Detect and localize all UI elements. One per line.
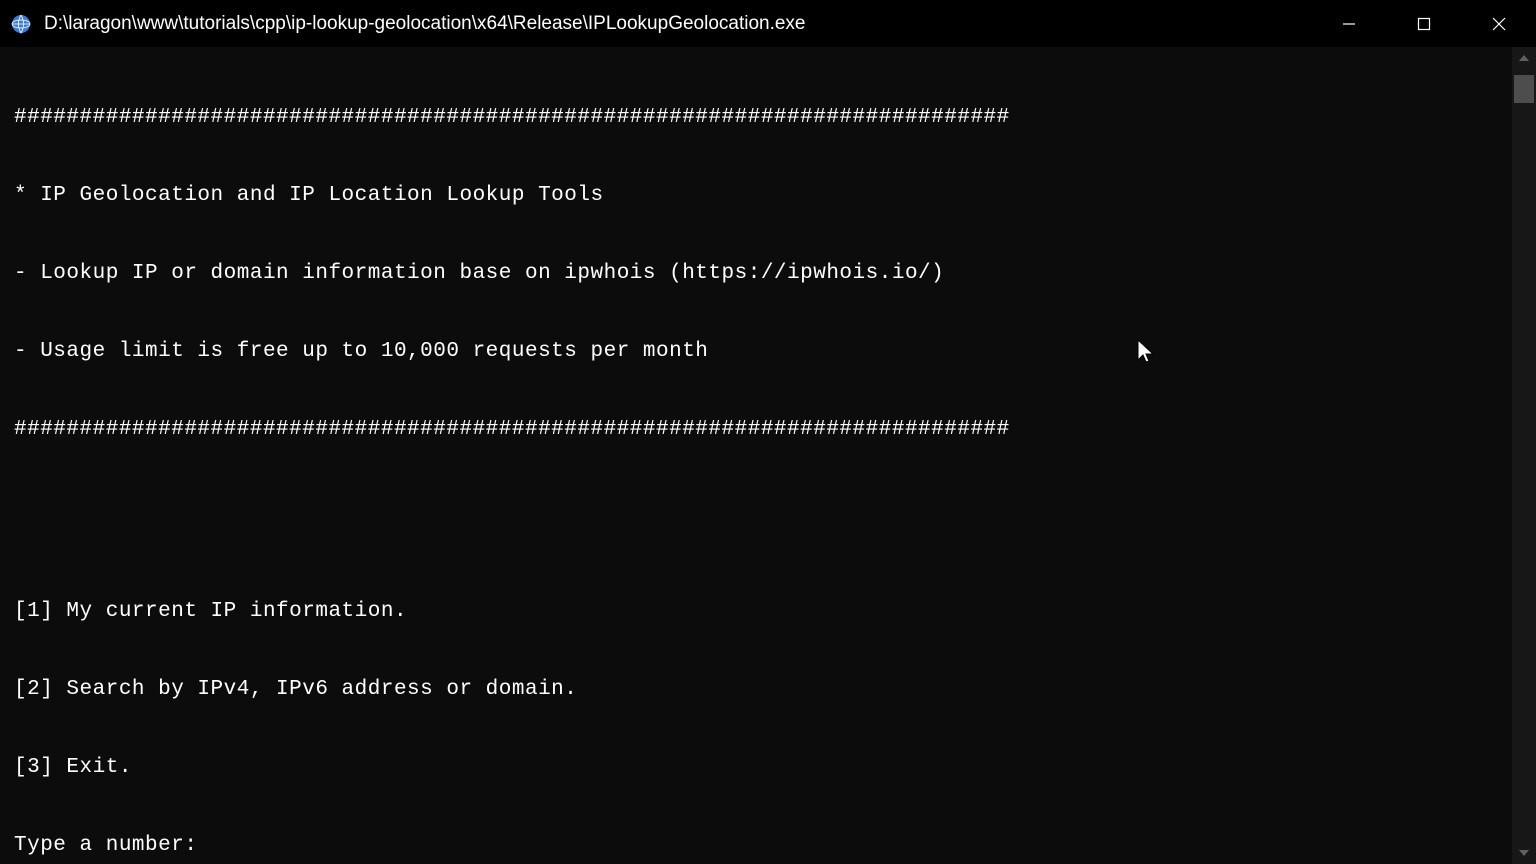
app-icon bbox=[10, 13, 32, 35]
window-controls bbox=[1311, 0, 1536, 47]
scroll-down-button[interactable] bbox=[1512, 842, 1536, 864]
console-line: - Lookup IP or domain information base o… bbox=[14, 261, 1498, 287]
console-line: [3] Exit. bbox=[14, 755, 1498, 781]
scroll-thumb[interactable] bbox=[1514, 75, 1534, 103]
console-prompt: Type a number: bbox=[14, 833, 1498, 859]
maximize-button[interactable] bbox=[1386, 0, 1461, 47]
console-output[interactable]: ########################################… bbox=[0, 47, 1512, 864]
console-line: - Usage limit is free up to 10,000 reque… bbox=[14, 339, 1498, 365]
console-line: [2] Search by IPv4, IPv6 address or doma… bbox=[14, 677, 1498, 703]
close-button[interactable] bbox=[1461, 0, 1536, 47]
vertical-scrollbar[interactable] bbox=[1512, 47, 1536, 864]
console-line: * IP Geolocation and IP Location Lookup … bbox=[14, 183, 1498, 209]
titlebar[interactable]: D:\laragon\www\tutorials\cpp\ip-lookup-g… bbox=[0, 0, 1536, 47]
console-line: ########################################… bbox=[14, 105, 1498, 131]
console-line: [1] My current IP information. bbox=[14, 599, 1498, 625]
scroll-up-button[interactable] bbox=[1512, 47, 1536, 69]
window-title: D:\laragon\www\tutorials\cpp\ip-lookup-g… bbox=[44, 13, 1311, 35]
minimize-button[interactable] bbox=[1311, 0, 1386, 47]
console-line: ########################################… bbox=[14, 417, 1498, 443]
